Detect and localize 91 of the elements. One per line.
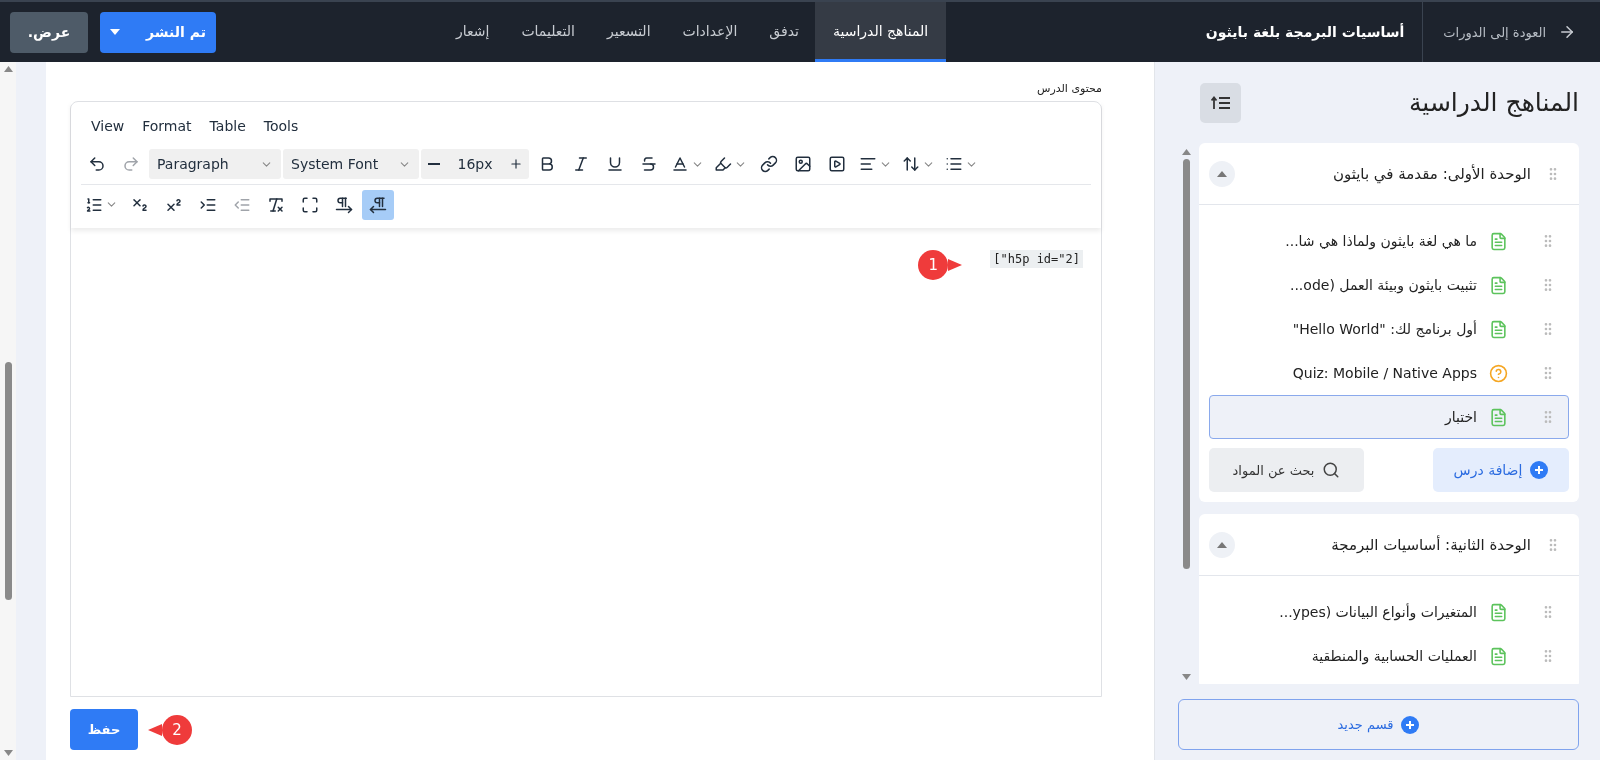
section-title: الوحدة الثانية: أساسيات البرمجة bbox=[1331, 535, 1531, 554]
lesson-title: اختبار bbox=[1444, 409, 1477, 425]
link-icon bbox=[760, 155, 778, 173]
lesson-title: Quiz: Mobile / Native Apps bbox=[1292, 365, 1477, 381]
plus-circle-icon bbox=[1530, 461, 1549, 479]
font-size-field[interactable]: 16px bbox=[421, 149, 529, 179]
scroll-down-icon[interactable] bbox=[3, 750, 13, 756]
document-icon bbox=[1489, 602, 1508, 622]
redo-icon bbox=[122, 155, 140, 173]
scrollbar-thumb[interactable] bbox=[4, 362, 12, 600]
view-button[interactable]: عرض. bbox=[10, 11, 88, 53]
add-lesson-button[interactable]: إضافة درس bbox=[1433, 448, 1569, 492]
sort-button[interactable] bbox=[1200, 82, 1241, 123]
plus-icon bbox=[509, 156, 523, 172]
lesson-item[interactable]: المتغيرات وأنواع البيانات (ypes... bbox=[1209, 590, 1569, 634]
fullscreen-icon bbox=[301, 195, 319, 214]
nav-tab[interactable]: إشعار bbox=[440, 2, 506, 62]
nav-tab[interactable]: المناهج الدراسية bbox=[814, 2, 947, 62]
arrow-right-icon bbox=[1558, 23, 1576, 41]
format-menu[interactable]: Format bbox=[142, 118, 192, 134]
lesson-item[interactable]: العمليات الحسابية والمنطقية bbox=[1209, 634, 1569, 678]
sort-list-icon bbox=[1210, 95, 1231, 110]
rtl-button[interactable] bbox=[362, 189, 394, 220]
view-menu[interactable]: View bbox=[91, 118, 125, 134]
image-icon bbox=[794, 155, 812, 173]
question-icon bbox=[1489, 363, 1508, 383]
lesson-item[interactable]: ما هي لغة بايثون ولماذا هي شا... bbox=[1209, 219, 1569, 263]
callout-number: 2 bbox=[162, 714, 192, 745]
font-family-select[interactable]: System Font bbox=[283, 149, 419, 179]
nav-tab[interactable]: تدفق bbox=[753, 2, 815, 62]
document-icon bbox=[1489, 407, 1508, 427]
nav-tab[interactable]: التسعير bbox=[590, 2, 667, 62]
caret-icon bbox=[1217, 541, 1227, 548]
nav-tab[interactable]: التعليمات bbox=[505, 2, 591, 62]
document-icon bbox=[1489, 646, 1508, 666]
minus-icon bbox=[428, 163, 440, 165]
document-icon bbox=[1489, 231, 1508, 251]
pilcrow-left-icon bbox=[369, 195, 387, 214]
caret-icon bbox=[110, 29, 121, 35]
scrollbar[interactable] bbox=[0, 62, 16, 760]
callout-pointer-icon bbox=[948, 257, 963, 273]
scrollbar-thumb[interactable] bbox=[1182, 159, 1190, 569]
numbered-list-icon bbox=[85, 195, 103, 214]
search-materials-button[interactable]: بحث عن المواد bbox=[1209, 448, 1364, 492]
clear-format-icon bbox=[267, 195, 285, 214]
new-section-button[interactable]: قسم جديد bbox=[1178, 699, 1579, 750]
line-height-icon bbox=[902, 155, 920, 173]
nav-tab[interactable]: الإعدادات bbox=[666, 2, 754, 62]
callout-pointer-icon bbox=[148, 721, 162, 738]
save-button[interactable]: حفظ bbox=[70, 709, 138, 750]
lesson-item[interactable]: تثبيت بايثون وبيئة العمل (ode... bbox=[1209, 263, 1569, 307]
scroll-down-icon[interactable] bbox=[1181, 674, 1191, 680]
scroll-up-icon[interactable] bbox=[3, 66, 13, 72]
lesson-item[interactable]: أول برنامج لك: "Hello World" bbox=[1209, 307, 1569, 351]
search-icon bbox=[1322, 461, 1341, 479]
align-left-icon bbox=[859, 155, 877, 173]
lesson-title: المتغيرات وأنواع البيانات (ypes... bbox=[1279, 604, 1477, 620]
lesson-title: ما هي لغة بايثون ولماذا هي شا... bbox=[1285, 233, 1477, 249]
lesson-title: أول برنامج لك: "Hello World" bbox=[1292, 321, 1477, 337]
table-menu[interactable]: Table bbox=[209, 118, 246, 134]
scroll-up-icon[interactable] bbox=[1181, 149, 1191, 155]
section-title: الوحدة الأولى: مقدمة في بايثون bbox=[1332, 164, 1531, 183]
font-size-value: 16px bbox=[456, 156, 494, 172]
pilcrow-right-icon bbox=[335, 195, 353, 214]
undo-icon bbox=[88, 155, 106, 173]
tools-menu[interactable]: Tools bbox=[263, 118, 299, 134]
strikethrough-icon bbox=[640, 155, 658, 173]
course-title: أساسيات البرمجة بلغة بايثون bbox=[1204, 24, 1406, 40]
callout-number: 1 bbox=[918, 250, 949, 280]
lesson-title: العمليات الحسابية والمنطقية bbox=[1311, 648, 1477, 664]
document-icon bbox=[1489, 319, 1508, 339]
collapse-button[interactable] bbox=[1209, 531, 1235, 558]
publish-button[interactable]: تم النشر bbox=[100, 11, 216, 53]
lesson-item[interactable]: اختبار bbox=[1209, 395, 1569, 439]
text-color-icon bbox=[671, 155, 689, 173]
caret-icon bbox=[1217, 170, 1227, 177]
sidebar-title: المناهج الدراسية bbox=[1408, 88, 1579, 117]
underline-icon bbox=[606, 155, 624, 173]
rich-text-editor[interactable]: View Format Table Tools Paragraph System Font 16px 1 ["h5p id="2] bbox=[70, 101, 1102, 697]
shortcode-text: ["h5p id="2] bbox=[990, 250, 1083, 268]
play-icon bbox=[828, 155, 846, 173]
bullet-list-icon bbox=[945, 155, 963, 173]
plus-circle-icon bbox=[1401, 715, 1420, 734]
lesson-item[interactable]: Quiz: Mobile / Native Apps bbox=[1209, 351, 1569, 395]
italic-icon bbox=[572, 155, 590, 173]
block-format-select[interactable]: Paragraph bbox=[149, 149, 281, 179]
field-label: محتوى الدرس bbox=[1036, 82, 1102, 95]
document-icon bbox=[1489, 275, 1508, 295]
lesson-title: تثبيت بايثون وبيئة العمل (ode... bbox=[1289, 277, 1477, 293]
collapse-button[interactable] bbox=[1209, 160, 1235, 187]
highlighter-icon bbox=[714, 155, 732, 173]
